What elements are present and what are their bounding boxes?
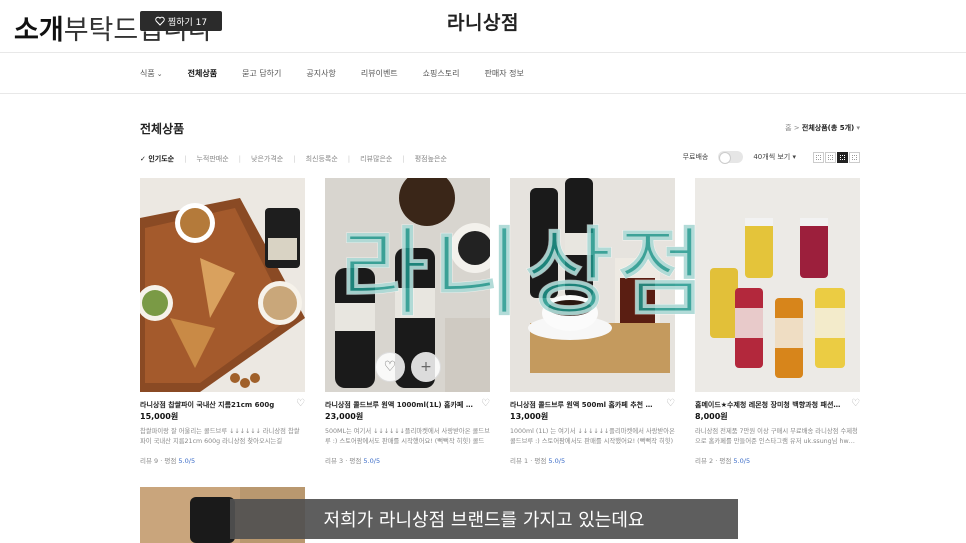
nav-item-seller-info[interactable]: 판매자 정보 <box>484 68 523 79</box>
product-price: 15,000원 <box>140 412 179 421</box>
view-grid-large-icon[interactable] <box>837 151 848 163</box>
sort-low-price[interactable]: 낮은가격순 <box>251 154 283 164</box>
product-photo-pie <box>140 178 305 392</box>
product-photo-coldbrew-500 <box>510 178 675 392</box>
heart-icon[interactable]: ♡ <box>481 398 490 409</box>
sort-label: 인기도순 <box>148 155 175 163</box>
view-list-icon[interactable] <box>813 151 824 163</box>
product-photo-syrups <box>695 178 860 392</box>
divider: | <box>184 155 187 163</box>
rating-label: 평점 <box>534 457 547 465</box>
sort-most-reviews[interactable]: 리뷰많은순 <box>360 154 392 164</box>
nav-item-food[interactable]: 식품 ⌄ <box>140 68 163 79</box>
review-count: 리뷰 1 <box>510 457 529 465</box>
product-image[interactable] <box>510 178 675 392</box>
product-rating: 리뷰 9 · 평점 5.0/5 <box>140 457 196 465</box>
product-description: 1000ml (1L) 는 여기서 ↓↓↓↓↓↓플리마켓에서 사랑받아온 콜드브… <box>510 428 675 445</box>
review-count: 리뷰 9 <box>140 457 159 465</box>
product-rating: 리뷰 2 · 평점 5.0/5 <box>695 457 751 465</box>
divider: | <box>238 155 241 163</box>
divider: | <box>347 155 351 163</box>
free-shipping-label: 무료배송 <box>682 153 709 161</box>
rating-score: 5.0/5 <box>363 457 381 465</box>
page-title: 전체상품 <box>140 122 185 136</box>
store-header: 라니상점 소개부탁드립니다 찜하기 17 <box>0 0 966 52</box>
breadcrumb-separator: > <box>793 124 800 132</box>
review-count: 리뷰 3 <box>325 457 344 465</box>
divider: | <box>402 155 405 163</box>
list-controls: 무료배송 40개씩 보기 ▾ <box>682 151 860 164</box>
breadcrumb-home[interactable]: 홈 <box>785 124 791 132</box>
rating-label: 평점 <box>719 457 732 465</box>
per-page-value: 40개씩 보기 <box>753 153 791 161</box>
chevron-down-icon: ▾ <box>792 153 796 161</box>
nav-item-all-products[interactable]: 전체상품 <box>188 68 217 79</box>
heart-icon[interactable]: ♡ <box>375 352 405 382</box>
heart-icon[interactable]: ♡ <box>851 398 860 409</box>
image-hover-actions: ♡ + <box>375 352 441 382</box>
chevron-down-icon: ▾ <box>856 124 860 132</box>
product-image[interactable] <box>695 178 860 392</box>
caption-bold-text: 소개 <box>14 15 64 46</box>
product-description: 500ML는 여기서 ↓↓↓↓↓↓플리마켓에서 사랑받아온 콜드브루 :) 스토… <box>325 428 490 445</box>
view-mode-group <box>812 151 860 163</box>
heart-icon[interactable]: ♡ <box>666 398 675 409</box>
check-icon: ✓ <box>140 155 146 163</box>
product-price: 8,000원 <box>695 412 728 421</box>
nav-item-label: 식품 <box>140 68 155 78</box>
view-grid-icon[interactable] <box>849 151 860 163</box>
product-card[interactable]: 라니상점 찹쌀파이 국내산 지름21cm 600g ♡ 15,000원 찹쌀파이… <box>140 178 305 465</box>
product-description: 라니상점 전제품 7만원 이상 구매시 무료배송 라니상점 수제청으로 홈카페를… <box>695 428 858 445</box>
breadcrumb: 홈 > 전체상품(총 5개) ▾ <box>785 123 860 133</box>
product-price: 23,000원 <box>325 412 364 421</box>
plus-icon[interactable]: + <box>411 352 441 382</box>
product-card[interactable]: 라니상점 콜드브루 원액 500ml 홈카페 추천 더치… ♡ 13,000원 … <box>510 178 675 465</box>
divider: | <box>293 155 296 163</box>
product-image[interactable] <box>140 178 305 392</box>
rating-score: 5.0/5 <box>548 457 566 465</box>
category-nav: 식품 ⌄ 전체상품 묻고 답하기 공지사항 리뷰이벤트 쇼핑스토리 판매자 정보 <box>0 52 966 94</box>
nav-item-shopping-story[interactable]: 쇼핑스토리 <box>423 68 460 79</box>
product-description: 찹쌀파이랑 잘 어울리는 콜드브루 ↓↓↓↓↓↓ 라니상점 찹쌀파이 국내산 지… <box>140 428 300 445</box>
product-card[interactable]: ♡ + 라니상점 콜드브루 원액 1000ml(1L) 홈카페 추… ♡ 23,… <box>325 178 490 465</box>
product-rating: 리뷰 3 · 평점 5.0/5 <box>325 457 381 465</box>
nav-item-qna[interactable]: 묻고 답하기 <box>242 68 281 79</box>
sort-top-rated[interactable]: 평점높은순 <box>415 154 447 164</box>
heart-plus-icon <box>155 16 165 26</box>
review-count: 리뷰 2 <box>695 457 714 465</box>
sort-popular[interactable]: ✓ 인기도순 <box>140 154 174 164</box>
heart-icon[interactable]: ♡ <box>296 398 305 409</box>
rating-label: 평점 <box>164 457 177 465</box>
like-button[interactable]: 찜하기 17 <box>140 11 222 31</box>
nav-item-notice[interactable]: 공지사항 <box>306 68 335 79</box>
rating-score: 5.0/5 <box>733 457 751 465</box>
product-name[interactable]: 홈메이드★수제청 레몬청 장미청 백향과청 패션후… <box>695 400 843 410</box>
sort-options: ✓ 인기도순 | 누적판매순 | 낮은가격순 | 최신등록순 | 리뷰많은순 |… <box>140 154 447 164</box>
nav-item-review-event[interactable]: 리뷰이벤트 <box>361 68 398 79</box>
product-card[interactable]: 홈메이드★수제청 레몬청 장미청 백향과청 패션후… ♡ 8,000원 라니상점… <box>695 178 860 465</box>
product-name[interactable]: 라니상점 콜드브루 원액 500ml 홈카페 추천 더치… <box>510 400 658 410</box>
sort-sales[interactable]: 누적판매순 <box>196 154 228 164</box>
product-name[interactable]: 라니상점 콜드브루 원액 1000ml(1L) 홈카페 추… <box>325 400 473 410</box>
product-grid: 라니상점 찹쌀파이 국내산 지름21cm 600g ♡ 15,000원 찹쌀파이… <box>140 178 860 478</box>
per-page-select[interactable]: 40개씩 보기 ▾ <box>753 152 796 162</box>
product-rating: 리뷰 1 · 평점 5.0/5 <box>510 457 566 465</box>
breadcrumb-current[interactable]: 전체상품(총 5개) <box>802 124 854 132</box>
sort-newest[interactable]: 최신등록순 <box>306 154 338 164</box>
rating-score: 5.0/5 <box>178 457 196 465</box>
like-label: 찜하기 17 <box>167 17 208 28</box>
view-grid-small-icon[interactable] <box>825 151 836 163</box>
free-shipping-toggle[interactable] <box>718 151 744 164</box>
rating-label: 평점 <box>349 457 362 465</box>
product-name[interactable]: 라니상점 찹쌀파이 국내산 지름21cm 600g <box>140 400 288 410</box>
chevron-down-icon: ⌄ <box>156 69 163 78</box>
video-subtitle: 저희가 라니상점 브랜드를 가지고 있는데요 <box>230 499 738 539</box>
product-price: 13,000원 <box>510 412 549 421</box>
product-image[interactable]: ♡ + <box>325 178 490 392</box>
